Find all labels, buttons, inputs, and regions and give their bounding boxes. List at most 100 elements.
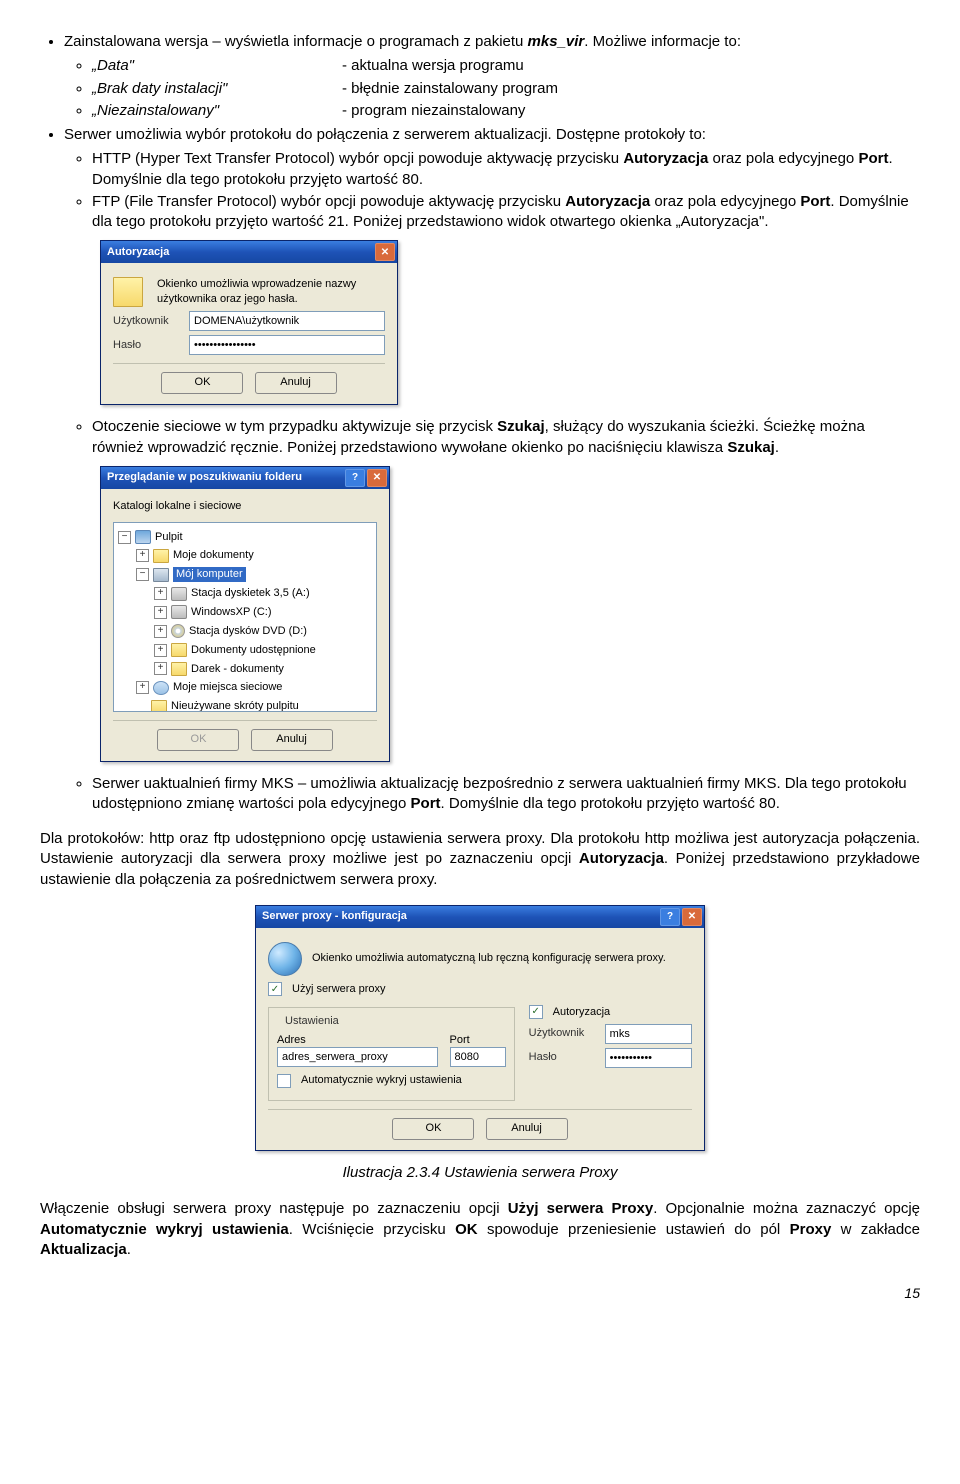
tree-item-darek[interactable]: Darek - dokumenty bbox=[191, 662, 284, 677]
tree-item-mycomputer[interactable]: Mój komputer bbox=[173, 567, 246, 582]
use-proxy-label: Użyj serwera proxy bbox=[292, 982, 386, 997]
li-netneigh: Otoczenie sieciowe w tym przypadku aktyw… bbox=[92, 417, 920, 458]
text: . Opcjonalnie można zaznaczyć opcję bbox=[653, 1200, 920, 1217]
tree-item-d[interactable]: Stacja dysków DVD (D:) bbox=[189, 624, 307, 639]
term: „Niezainstalowany" bbox=[92, 102, 219, 119]
bold: Proxy bbox=[790, 1221, 832, 1238]
text: Włączenie obsługi serwera proxy następuj… bbox=[40, 1200, 508, 1217]
ok-button[interactable]: OK bbox=[392, 1118, 474, 1140]
proxy-paragraph: Dla protokołów: http oraz ftp udostępnio… bbox=[40, 829, 920, 890]
bold: Użyj serwera Proxy bbox=[508, 1200, 654, 1217]
li-mks-server: Serwer uaktualnień firmy MKS – umożliwia… bbox=[92, 774, 920, 815]
title: Autoryzacja bbox=[107, 245, 375, 260]
user-input[interactable]: mks bbox=[605, 1024, 692, 1044]
cancel-button[interactable]: Anuluj bbox=[251, 729, 333, 751]
desc: - aktualna wersja programu bbox=[342, 56, 524, 76]
globe-icon bbox=[268, 942, 302, 976]
ok-button[interactable]: OK bbox=[161, 372, 243, 394]
dialog-text: Okienko umożliwia automatyczną lub ręczn… bbox=[312, 951, 666, 966]
term: „Data" bbox=[92, 57, 134, 74]
port-input[interactable]: 8080 bbox=[450, 1047, 506, 1067]
close-icon[interactable]: ✕ bbox=[682, 908, 702, 926]
term: „Brak daty instalacji" bbox=[92, 80, 227, 97]
page-number: 15 bbox=[40, 1284, 920, 1303]
proxy-dialog: Serwer proxy - konfiguracja ? ✕ Okienko … bbox=[255, 905, 705, 1151]
password-input[interactable]: ••••••••••• bbox=[605, 1048, 692, 1068]
text: Zainstalowana wersja – wyświetla informa… bbox=[64, 33, 528, 50]
info-item: „Brak daty instalacji" - błędnie zainsta… bbox=[92, 79, 920, 99]
text: . bbox=[775, 439, 779, 456]
bold: Szukaj bbox=[727, 439, 775, 456]
tree-item-floppy[interactable]: Stacja dyskietek 3,5 (A:) bbox=[191, 586, 310, 601]
bold: Szukaj bbox=[497, 418, 545, 435]
password-input[interactable]: •••••••••••••••• bbox=[189, 335, 385, 355]
text: Otoczenie sieciowe w tym przypadku aktyw… bbox=[92, 418, 497, 435]
text: . Wciśnięcie przycisku bbox=[289, 1221, 455, 1238]
bold: Port bbox=[411, 795, 441, 812]
text: . Domyślnie dla tego protokołu przyjęto … bbox=[441, 795, 780, 812]
desc: - błędnie zainstalowany program bbox=[342, 79, 558, 99]
address-label: Adres bbox=[277, 1033, 438, 1048]
close-icon[interactable]: ✕ bbox=[375, 243, 395, 261]
li-versions: Zainstalowana wersja – wyświetla informa… bbox=[64, 32, 920, 121]
product-name: mks_vir bbox=[528, 33, 585, 50]
titlebar[interactable]: Autoryzacja ✕ bbox=[101, 241, 397, 263]
address-input[interactable]: adres_serwera_proxy bbox=[277, 1047, 438, 1067]
settings-fieldset: Ustawienia Adres adres_serwera_proxy Por… bbox=[268, 1007, 515, 1102]
password-label: Hasło bbox=[529, 1050, 599, 1065]
text: Serwer umożliwia wybór protokołu do połą… bbox=[64, 126, 706, 143]
tree-item-c[interactable]: WindowsXP (C:) bbox=[191, 605, 271, 620]
titlebar[interactable]: Przeglądanie w poszukiwaniu folderu ? ✕ bbox=[101, 467, 389, 489]
user-input[interactable]: DOMENA\użytkownik bbox=[189, 311, 385, 331]
dialog-text: Okienko umożliwia wprowadzenie nazwy uży… bbox=[157, 277, 385, 307]
main-list: Zainstalowana wersja – wyświetla informa… bbox=[40, 32, 920, 232]
user-label: Użytkownik bbox=[113, 314, 183, 329]
help-icon[interactable]: ? bbox=[660, 908, 680, 926]
key-icon bbox=[113, 277, 143, 307]
text: . bbox=[127, 1241, 131, 1258]
tree-item-shared[interactable]: Dokumenty udostępnione bbox=[191, 643, 316, 658]
bold: Port bbox=[858, 150, 888, 167]
ok-button[interactable]: OK bbox=[157, 729, 239, 751]
folder-icon bbox=[151, 700, 167, 712]
tree-item-network[interactable]: Moje miejsca sieciowe bbox=[173, 680, 282, 695]
bold: Port bbox=[800, 193, 830, 210]
help-icon[interactable]: ? bbox=[345, 469, 365, 487]
bold: Autoryzacja bbox=[623, 150, 708, 167]
computer-icon bbox=[153, 568, 169, 582]
user-label: Użytkownik bbox=[529, 1026, 599, 1041]
title: Serwer proxy - konfiguracja bbox=[262, 909, 660, 924]
info-list: „Data" - aktualna wersja programu „Brak … bbox=[64, 56, 920, 121]
titlebar[interactable]: Serwer proxy - konfiguracja ? ✕ bbox=[256, 906, 704, 928]
checkbox-auto[interactable] bbox=[277, 1074, 291, 1088]
legend-settings: Ustawienia bbox=[281, 1014, 343, 1029]
checkbox-auth[interactable]: ✓ bbox=[529, 1005, 543, 1019]
bold: Autoryzacja bbox=[579, 850, 664, 867]
close-icon[interactable]: ✕ bbox=[367, 469, 387, 487]
cancel-button[interactable]: Anuluj bbox=[486, 1118, 568, 1140]
text: HTTP (Hyper Text Transfer Protocol) wybó… bbox=[92, 150, 623, 167]
desc: - program niezainstalowany bbox=[342, 101, 525, 121]
text: w zakładce bbox=[831, 1221, 920, 1238]
browse-dialog: Przeglądanie w poszukiwaniu folderu ? ✕ … bbox=[100, 466, 390, 762]
folder-icon bbox=[171, 643, 187, 657]
folder-tree[interactable]: −Pulpit +Moje dokumenty −Mój komputer +S… bbox=[113, 522, 377, 712]
tree-item-desktop[interactable]: Pulpit bbox=[155, 530, 183, 545]
tree-item-mydocs[interactable]: Moje dokumenty bbox=[173, 548, 254, 563]
auto-detect-label: Automatycznie wykryj ustawienia bbox=[301, 1073, 462, 1088]
hdd-icon bbox=[171, 605, 187, 619]
auth-label: Autoryzacja bbox=[553, 1005, 610, 1020]
password-label: Hasło bbox=[113, 338, 183, 353]
tree-item-unused[interactable]: Nieużywane skróty pulpitu bbox=[171, 699, 299, 711]
auth-dialog: Autoryzacja ✕ Okienko umożliwia wprowadz… bbox=[100, 240, 398, 405]
port-label: Port bbox=[450, 1033, 506, 1048]
desktop-icon bbox=[135, 530, 151, 544]
dvd-icon bbox=[171, 624, 185, 638]
cancel-button[interactable]: Anuluj bbox=[255, 372, 337, 394]
folder-icon bbox=[153, 549, 169, 563]
network-icon bbox=[153, 681, 169, 695]
checkbox-useproxy[interactable]: ✓ bbox=[268, 982, 282, 996]
info-item: „Niezainstalowany" - program niezainstal… bbox=[92, 101, 920, 121]
mks-list: Serwer uaktualnień firmy MKS – umożliwia… bbox=[40, 774, 920, 815]
bold: OK bbox=[455, 1221, 478, 1238]
